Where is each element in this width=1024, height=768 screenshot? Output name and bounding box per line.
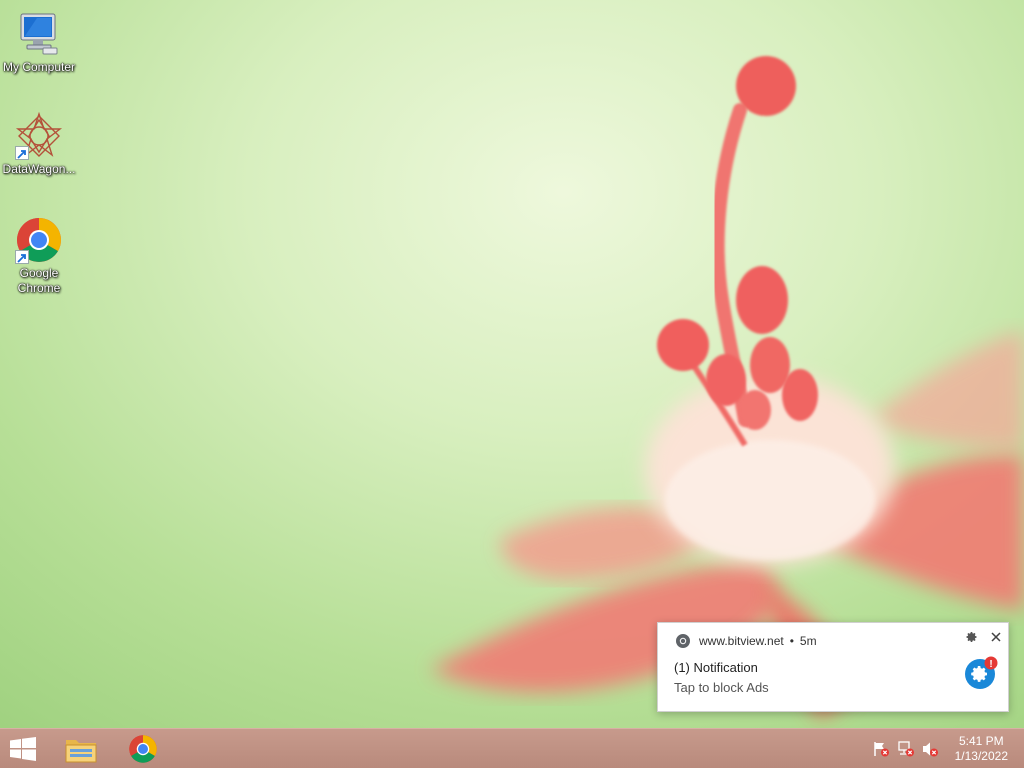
desktop-icon-datawagon[interactable]: DataWagon...	[0, 111, 78, 177]
wallpaper-flower	[430, 56, 1024, 720]
notification-age: 5m	[799, 634, 817, 648]
shortcut-arrow-icon	[15, 146, 29, 160]
desktop-icon-my-computer[interactable]: My Computer	[0, 10, 78, 75]
notification-toast[interactable]: www.bitview.net • 5m (1) Notification Ta…	[657, 622, 1009, 712]
windows-logo-icon	[10, 737, 36, 761]
shortcut-arrow-icon	[15, 250, 29, 264]
chrome-small-icon	[675, 633, 691, 649]
chrome-icon	[15, 216, 63, 264]
notification-title: (1) Notification	[674, 660, 758, 675]
notification-header: www.bitview.net • 5m	[675, 633, 817, 649]
notification-badge: !	[989, 659, 992, 670]
desktop-icon-label: Google Chrome	[17, 266, 61, 295]
close-icon	[991, 632, 1001, 642]
network-icon[interactable]	[897, 741, 915, 757]
notification-body: Tap to block Ads	[674, 680, 769, 695]
datawagon-star-icon	[15, 111, 63, 160]
notification-settings-button[interactable]	[964, 629, 980, 645]
start-button[interactable]	[0, 729, 46, 768]
clock-time: 5:41 PM	[958, 734, 1004, 748]
desktop-icon-label: DataWagon...	[2, 162, 76, 176]
blue-gear-alert-icon: !	[964, 656, 998, 690]
chrome-icon	[129, 735, 157, 763]
desktop-icon-google-chrome[interactable]: Google Chrome	[0, 216, 78, 296]
notification-separator: •	[789, 634, 794, 648]
folder-icon	[65, 740, 97, 763]
clock-date: 1/13/2022	[954, 749, 1008, 763]
desktop-icon-label: My Computer	[2, 60, 76, 74]
action-center-flag-icon[interactable]	[872, 741, 890, 757]
taskbar-google-chrome[interactable]	[120, 729, 166, 768]
taskbar-file-explorer[interactable]	[58, 729, 104, 768]
computer-icon	[15, 10, 63, 58]
volume-muted-icon[interactable]	[921, 741, 939, 757]
desktop: My Computer DataWagon... Google Chrome w…	[0, 0, 1024, 768]
notification-site: www.bitview.net	[699, 634, 784, 648]
taskbar-clock[interactable]: 5:41 PM 1/13/2022	[955, 734, 1008, 764]
gear-icon	[966, 632, 977, 642]
notification-close-button[interactable]	[988, 629, 1004, 645]
taskbar: 5:41 PM 1/13/2022	[0, 728, 1024, 768]
